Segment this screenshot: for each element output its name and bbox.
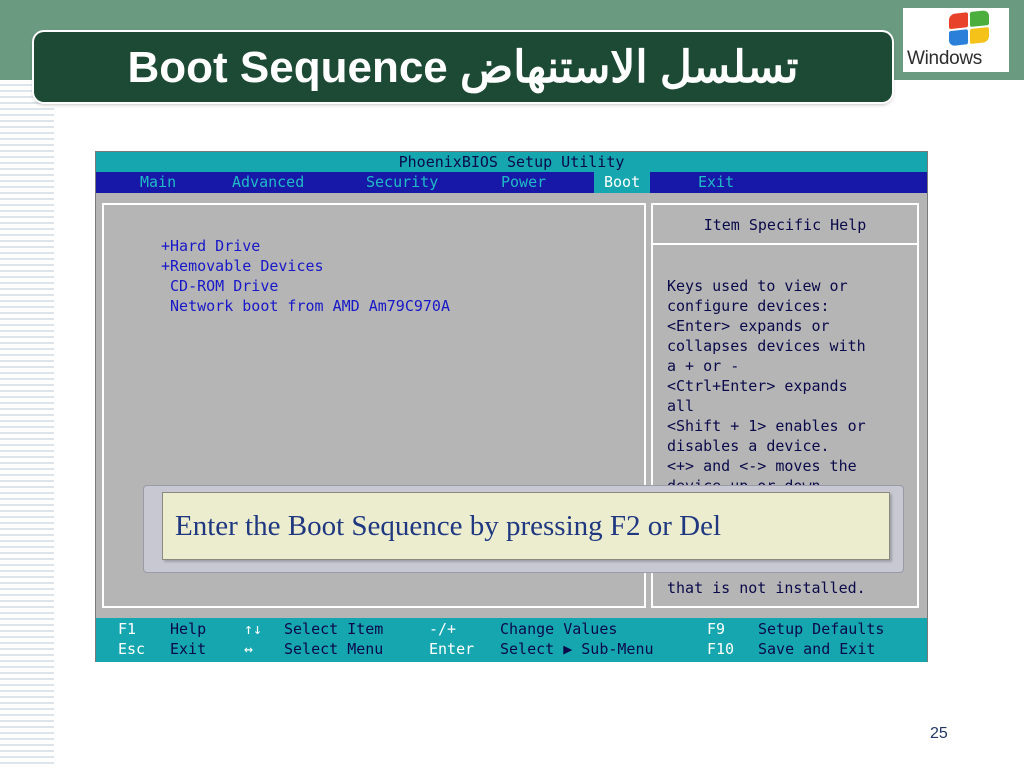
help-line: a + or - — [667, 357, 740, 375]
callout-box: Enter the Boot Sequence by pressing F2 o… — [162, 492, 890, 560]
key-leftright: ↔ — [244, 640, 254, 658]
key-desc: Change Values — [500, 620, 618, 638]
slide-title-box: Boot Sequence تسلسل الاستنهاض — [34, 32, 892, 102]
key-f9: F9 — [707, 620, 726, 638]
help-line: configure devices: — [667, 297, 830, 315]
key-updown: ↑↓ — [244, 620, 263, 638]
windows-logo-text: Windows — [907, 48, 982, 69]
help-title: Item Specific Help — [653, 205, 917, 245]
boot-item-network[interactable]: Network boot from AMD Am79C970A — [161, 297, 450, 315]
key-desc: Save and Exit — [758, 640, 876, 658]
help-line: that is not installed. — [667, 579, 866, 597]
key-f1: F1 — [118, 620, 137, 638]
key-desc: Exit — [170, 640, 207, 658]
help-line: collapses devices with — [667, 337, 866, 355]
help-line: <+> and <-> moves the — [667, 457, 857, 475]
decorative-stripes — [0, 80, 54, 768]
windows-logo: Windows — [903, 8, 1009, 72]
bios-menu-bar: Main Advanced Security Power Boot Exit — [96, 172, 927, 193]
boot-item-hard-drive[interactable]: +Hard Drive — [161, 237, 260, 255]
key-desc: Select Item — [284, 620, 384, 638]
bios-key-legend: F1 Help ↑↓ Select Item -/+ Change Values… — [96, 618, 927, 662]
key-enter: Enter — [429, 640, 475, 658]
bios-menu-exit[interactable]: Exit — [698, 172, 734, 193]
key-esc: Esc — [118, 640, 146, 658]
key-minus-plus: -/+ — [429, 620, 457, 638]
help-line: disables a device. — [667, 437, 830, 455]
help-line: Keys used to view or — [667, 277, 848, 295]
callout-text: Enter the Boot Sequence by pressing F2 o… — [175, 509, 722, 542]
help-line: all — [667, 397, 695, 415]
help-line: <Shift + 1> enables or — [667, 417, 866, 435]
key-f10: F10 — [707, 640, 735, 658]
help-line: <Ctrl+Enter> expands — [667, 377, 848, 395]
key-desc: Select Menu — [284, 640, 384, 658]
boot-item-removable[interactable]: +Removable Devices — [161, 257, 324, 275]
key-desc: Select ▶ Sub-Menu — [500, 640, 654, 658]
bios-menu-security[interactable]: Security — [366, 172, 438, 193]
key-desc: Help — [170, 620, 207, 638]
bios-menu-main[interactable]: Main — [140, 172, 176, 193]
bios-title: PhoenixBIOS Setup Utility — [96, 152, 927, 172]
help-line: <Enter> expands or — [667, 317, 830, 335]
page-number: 25 — [930, 725, 948, 742]
key-desc: Setup Defaults — [758, 620, 885, 638]
windows-flag-icon — [949, 10, 991, 48]
boot-item-cdrom[interactable]: CD-ROM Drive — [161, 277, 278, 295]
bios-menu-boot[interactable]: Boot — [594, 172, 651, 193]
bios-menu-power[interactable]: Power — [501, 172, 546, 193]
bios-screenshot: PhoenixBIOS Setup Utility Main Advanced … — [95, 151, 928, 662]
bios-menu-advanced[interactable]: Advanced — [232, 172, 304, 193]
slide-title: Boot Sequence تسلسل الاستنهاض — [127, 42, 799, 92]
